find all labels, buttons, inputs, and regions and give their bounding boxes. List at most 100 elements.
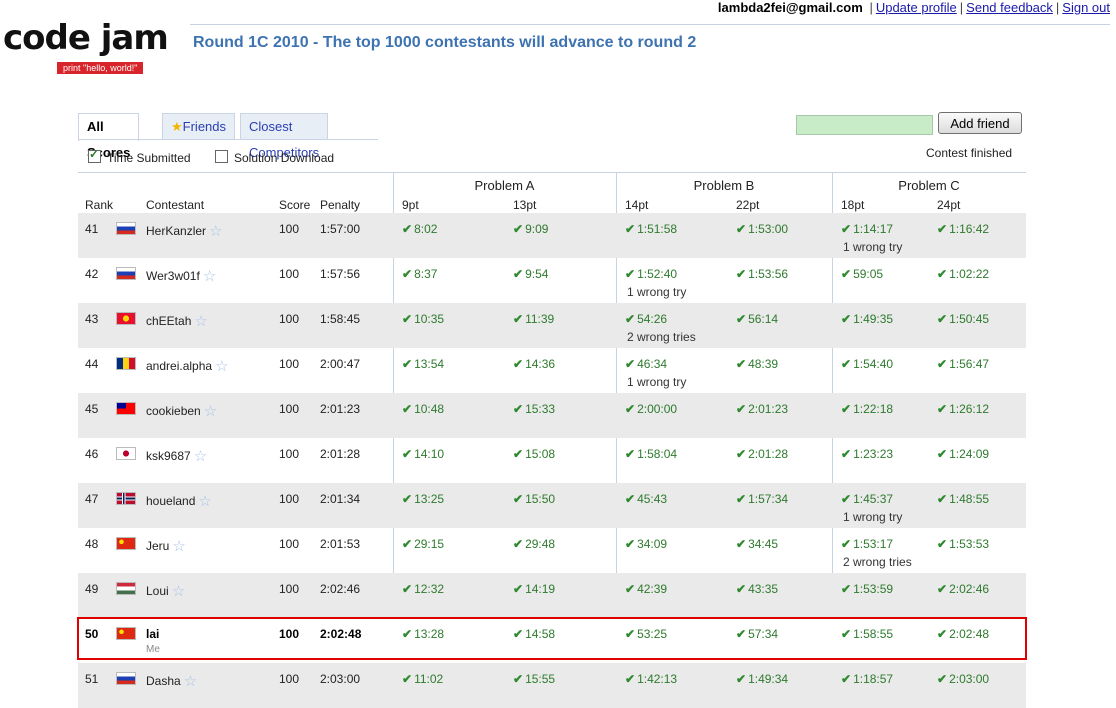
tab-closest-competitors[interactable]: Closest Competitors — [240, 113, 329, 160]
checkmark-icon: ✔ — [841, 492, 852, 506]
tab-all-scores[interactable]: All Scores — [78, 113, 140, 160]
add-friend-star-icon[interactable]: ☆ — [184, 673, 197, 690]
table-row: 41 HerKanzler ☆ 100 1:57:00 ✔ 8:02 ✔ 9:09 ✔ 1:51:5… — [78, 213, 1026, 258]
checkmark-icon: ✔ — [625, 222, 636, 236]
solve-time-cell: ✔ 34:45 — [736, 537, 778, 551]
add-friend-star-icon[interactable]: ☆ — [194, 448, 207, 465]
checkmark-icon: ✔ — [841, 582, 852, 596]
add-friend-star-icon[interactable]: ☆ — [209, 223, 222, 240]
table-row: 46 ksk9687 ☆ 100 2:01:28 ✔ 14:10 ✔ 15:08 ✔ 1:58:04… — [78, 438, 1026, 483]
solve-time-cell: ✔ 2:00:00 — [625, 402, 677, 416]
contestant-name: chEEtah — [146, 314, 192, 328]
add-friend-star-icon[interactable]: ☆ — [204, 403, 217, 420]
add-friend-star-icon[interactable]: ☆ — [203, 268, 216, 285]
add-friend-input[interactable] — [796, 115, 933, 135]
checkmark-icon: ✔ — [402, 312, 413, 326]
star-icon: ★ — [171, 119, 183, 134]
rank-header: Rank — [85, 198, 114, 212]
checkmark-icon: ✔ — [625, 267, 636, 281]
solve-time-cell: ✔ 1:53:17 — [841, 537, 893, 551]
solve-time-cell: ✔ 15:33 — [513, 402, 555, 416]
contestant-name: Wer3w01f — [146, 269, 200, 283]
solve-time-cell: ✔ 15:08 — [513, 447, 555, 461]
solve-time-cell: ✔ 29:48 — [513, 537, 555, 551]
tab-friends-label: Friends — [182, 119, 227, 134]
score-cell: 100 — [279, 447, 300, 461]
solve-time: 34:45 — [748, 537, 779, 551]
solution-download-checkbox[interactable] — [215, 150, 228, 163]
checkmark-icon: ✔ — [937, 357, 948, 371]
solve-time-cell: ✔ 48:39 — [736, 357, 778, 371]
wrong-tries: 2 wrong tries — [627, 330, 696, 344]
checkmark-icon: ✔ — [841, 312, 852, 326]
table-row: 51 Dasha ☆ 100 2:03:00 ✔ 11:02 ✔ 15:55 ✔ 1:42:13 ✔ 1… — [78, 663, 1026, 708]
add-friend-star-icon[interactable]: ☆ — [215, 358, 228, 375]
solve-time-cell: ✔ 2:02:48 — [937, 627, 989, 641]
solve-time: 1:18:57 — [853, 672, 894, 686]
score-header: Score — [279, 198, 311, 212]
country-flag-icon — [116, 357, 136, 370]
solve-time-cell: ✔ 1:49:35 — [841, 312, 893, 326]
checkmark-icon: ✔ — [937, 672, 948, 686]
checkmark-icon: ✔ — [937, 627, 948, 641]
country-flag-icon — [116, 582, 136, 595]
contestant-cell: houeland ☆ — [146, 492, 212, 510]
solve-time-cell: ✔ 1:53:59 — [841, 582, 893, 596]
table-row: 47 houeland ☆ 100 2:01:34 ✔ 13:25 ✔ 15:50 ✔ 45:43 ✔… — [78, 483, 1026, 528]
solve-time-cell: ✔ 1:53:00 — [736, 222, 788, 236]
time-submitted-option[interactable]: Time Submitted — [88, 147, 191, 165]
send-feedback-link[interactable]: Send feedback — [966, 0, 1053, 15]
solve-time: 9:09 — [525, 222, 549, 236]
table-top-border — [78, 172, 1026, 173]
tab-friends[interactable]: ★Friends — [162, 113, 236, 140]
penalty-cell: 2:03:00 — [320, 672, 361, 686]
table-row: 44 andrei.alpha ☆ 100 2:00:47 ✔ 13:54 ✔ 14:36 ✔ 46… — [78, 348, 1026, 393]
time-submitted-checkbox[interactable] — [88, 147, 101, 163]
contestant-cell: Wer3w01f ☆ — [146, 267, 216, 285]
checkmark-icon: ✔ — [736, 267, 747, 281]
solve-time-cell: ✔ 10:35 — [402, 312, 444, 326]
logo-title[interactable]: code jam — [3, 18, 169, 58]
solve-time: 1:49:35 — [853, 312, 894, 326]
update-profile-link[interactable]: Update profile — [876, 0, 957, 15]
problem-b-header: Problem B — [693, 178, 755, 193]
add-friend-star-icon[interactable]: ☆ — [172, 583, 185, 600]
checkmark-icon: ✔ — [513, 222, 524, 236]
checkmark-icon: ✔ — [625, 537, 636, 551]
wrong-tries: 2 wrong tries — [843, 555, 912, 569]
contestant-name: houeland — [146, 494, 196, 508]
separator: | — [869, 0, 873, 15]
add-friend-button[interactable]: Add friend — [938, 112, 1022, 134]
contestant-cell: chEEtah ☆ — [146, 312, 208, 330]
country-flag-icon — [116, 447, 136, 460]
checkmark-icon: ✔ — [937, 312, 948, 326]
checkmark-icon: ✔ — [402, 222, 413, 236]
checkmark-icon: ✔ — [625, 582, 636, 596]
checkmark-icon: ✔ — [625, 447, 636, 461]
rank-cell: 43 — [85, 312, 99, 326]
checkmark-icon: ✔ — [937, 222, 948, 236]
solve-time: 1:53:00 — [748, 222, 789, 236]
add-friend-star-icon[interactable]: ☆ — [198, 493, 211, 510]
solve-time-cell: ✔ 57:34 — [736, 627, 778, 641]
score-cell: 100 — [279, 267, 300, 281]
penalty-header: Penalty — [320, 198, 361, 212]
solve-time: 14:58 — [525, 627, 556, 641]
solve-time: 1:48:55 — [949, 492, 990, 506]
checkmark-icon: ✔ — [402, 357, 413, 371]
solve-time: 13:28 — [414, 627, 445, 641]
separator: | — [959, 0, 964, 15]
me-label: Me — [146, 644, 160, 655]
score-cell: 100 — [279, 312, 300, 326]
solve-time-cell: ✔ 1:02:22 — [937, 267, 989, 281]
add-friend-star-icon[interactable]: ☆ — [172, 538, 185, 555]
solution-download-option[interactable]: Solution Download — [215, 150, 334, 165]
solve-time-cell: ✔ 2:01:23 — [736, 402, 788, 416]
checkmark-icon: ✔ — [513, 402, 524, 416]
solve-time-cell: ✔ 29:15 — [402, 537, 444, 551]
checkmark-icon: ✔ — [937, 492, 948, 506]
solve-time-cell: ✔ 9:09 — [513, 222, 548, 236]
solve-time: 12:32 — [414, 582, 445, 596]
add-friend-star-icon[interactable]: ☆ — [194, 313, 207, 330]
sign-out-link[interactable]: Sign out — [1062, 0, 1110, 15]
